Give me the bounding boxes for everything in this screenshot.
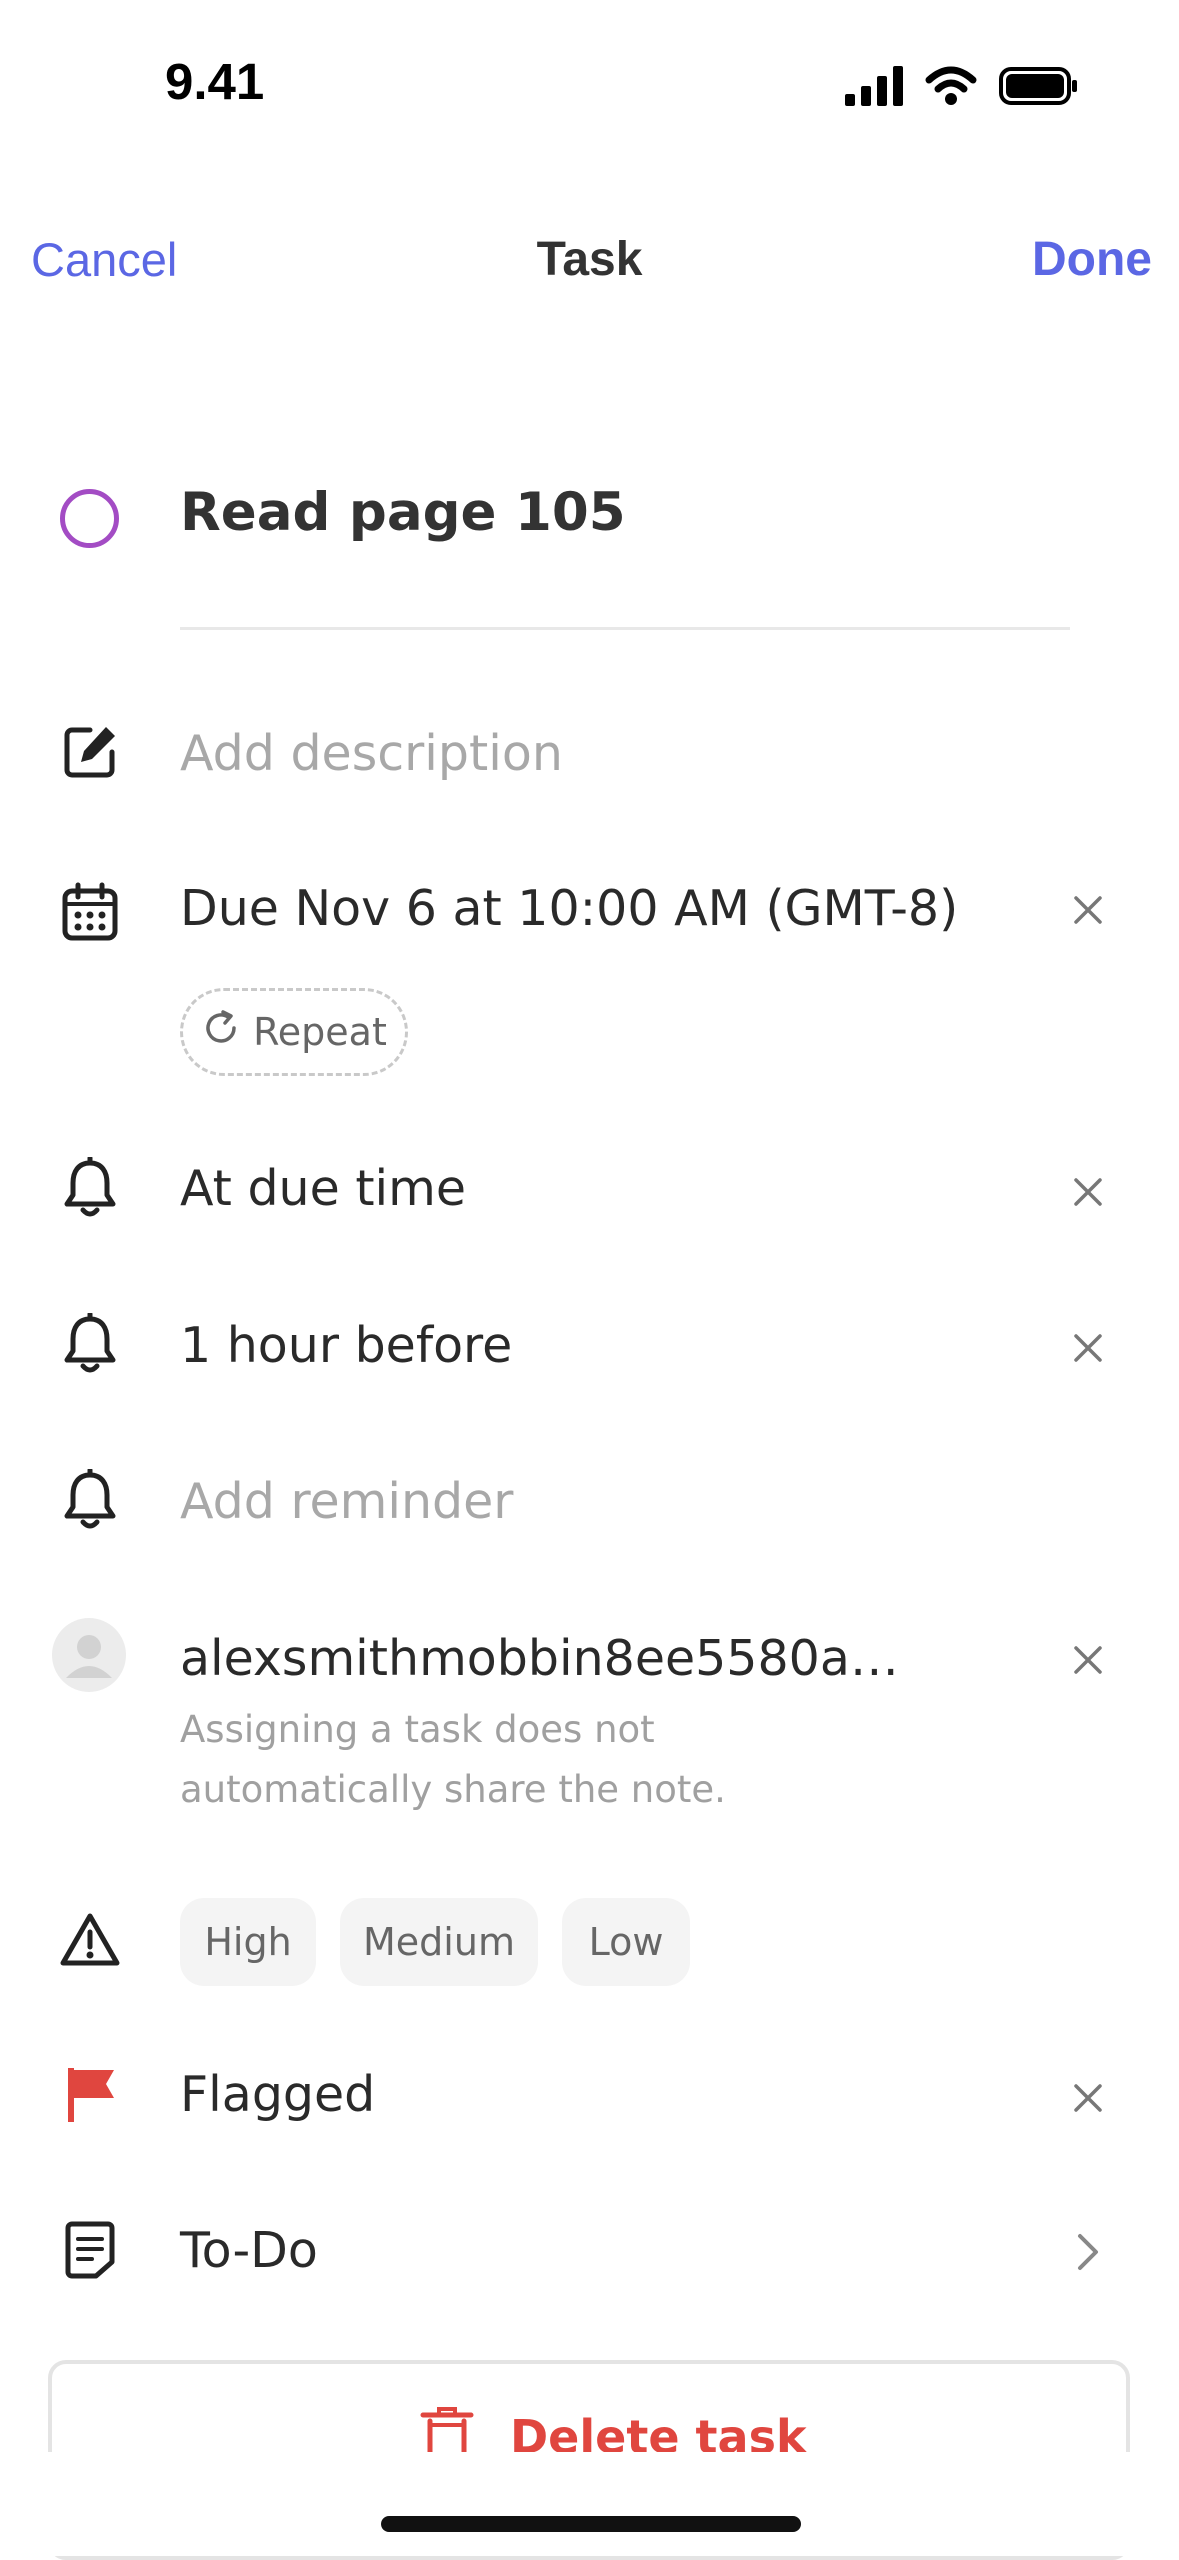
clear-due-date-button[interactable] xyxy=(1066,888,1110,932)
description-field[interactable]: Add description xyxy=(180,725,563,782)
cancel-button[interactable]: Cancel xyxy=(31,232,177,287)
close-icon xyxy=(1074,2084,1102,2112)
done-button[interactable]: Done xyxy=(1032,232,1152,287)
status-icons xyxy=(845,64,1079,112)
cellular-signal-icon xyxy=(845,66,903,110)
reminder-item[interactable]: 1 hour before xyxy=(180,1317,512,1374)
repeat-button[interactable]: Repeat xyxy=(180,988,408,1076)
close-icon xyxy=(1074,896,1102,924)
bell-icon xyxy=(58,1156,122,1220)
assignee-note: Assigning a task does not automatically … xyxy=(180,1708,726,1811)
bottom-safe-area xyxy=(0,2452,1179,2556)
remove-reminder-button[interactable] xyxy=(1066,1326,1110,1370)
avatar xyxy=(52,1618,126,1692)
flag-icon xyxy=(58,2062,122,2126)
warning-icon xyxy=(58,1908,122,1972)
assignee-field[interactable]: alexsmithmobbin8ee5580a… xyxy=(180,1630,899,1687)
close-icon xyxy=(1074,1178,1102,1206)
task-complete-checkbox[interactable] xyxy=(60,489,119,548)
note-icon xyxy=(58,2218,122,2282)
calendar-icon xyxy=(58,880,122,944)
bell-icon xyxy=(58,1468,122,1532)
close-icon xyxy=(1074,1334,1102,1362)
remove-reminder-button[interactable] xyxy=(1066,1170,1110,1214)
flagged-toggle[interactable]: Flagged xyxy=(180,2066,375,2123)
due-date-field[interactable]: Due Nov 6 at 10:00 AM (GMT-8) xyxy=(180,880,958,937)
chevron-right-icon[interactable] xyxy=(1066,2230,1110,2274)
wifi-icon xyxy=(925,66,977,110)
trash-icon xyxy=(420,2405,474,2459)
status-time: 9.41 xyxy=(165,53,265,110)
add-reminder-button[interactable]: Add reminder xyxy=(180,1473,513,1530)
remove-assignee-button[interactable] xyxy=(1066,1638,1110,1682)
task-list-selector[interactable]: To-Do xyxy=(180,2222,318,2279)
remove-flag-button[interactable] xyxy=(1066,2076,1110,2120)
priority-low-button[interactable]: Low xyxy=(562,1898,690,1986)
repeat-label: Repeat xyxy=(253,1010,387,1054)
edit-icon xyxy=(58,720,122,784)
bell-icon xyxy=(58,1312,122,1376)
close-icon xyxy=(1074,1646,1102,1674)
home-indicator[interactable] xyxy=(381,2516,801,2532)
priority-medium-button[interactable]: Medium xyxy=(340,1898,538,1986)
title-divider xyxy=(180,627,1070,630)
task-title-field[interactable]: Read page 105 xyxy=(180,482,626,543)
priority-high-button[interactable]: High xyxy=(180,1898,316,1986)
repeat-icon xyxy=(201,1008,241,1057)
battery-icon xyxy=(999,66,1079,110)
reminder-item[interactable]: At due time xyxy=(180,1160,466,1217)
